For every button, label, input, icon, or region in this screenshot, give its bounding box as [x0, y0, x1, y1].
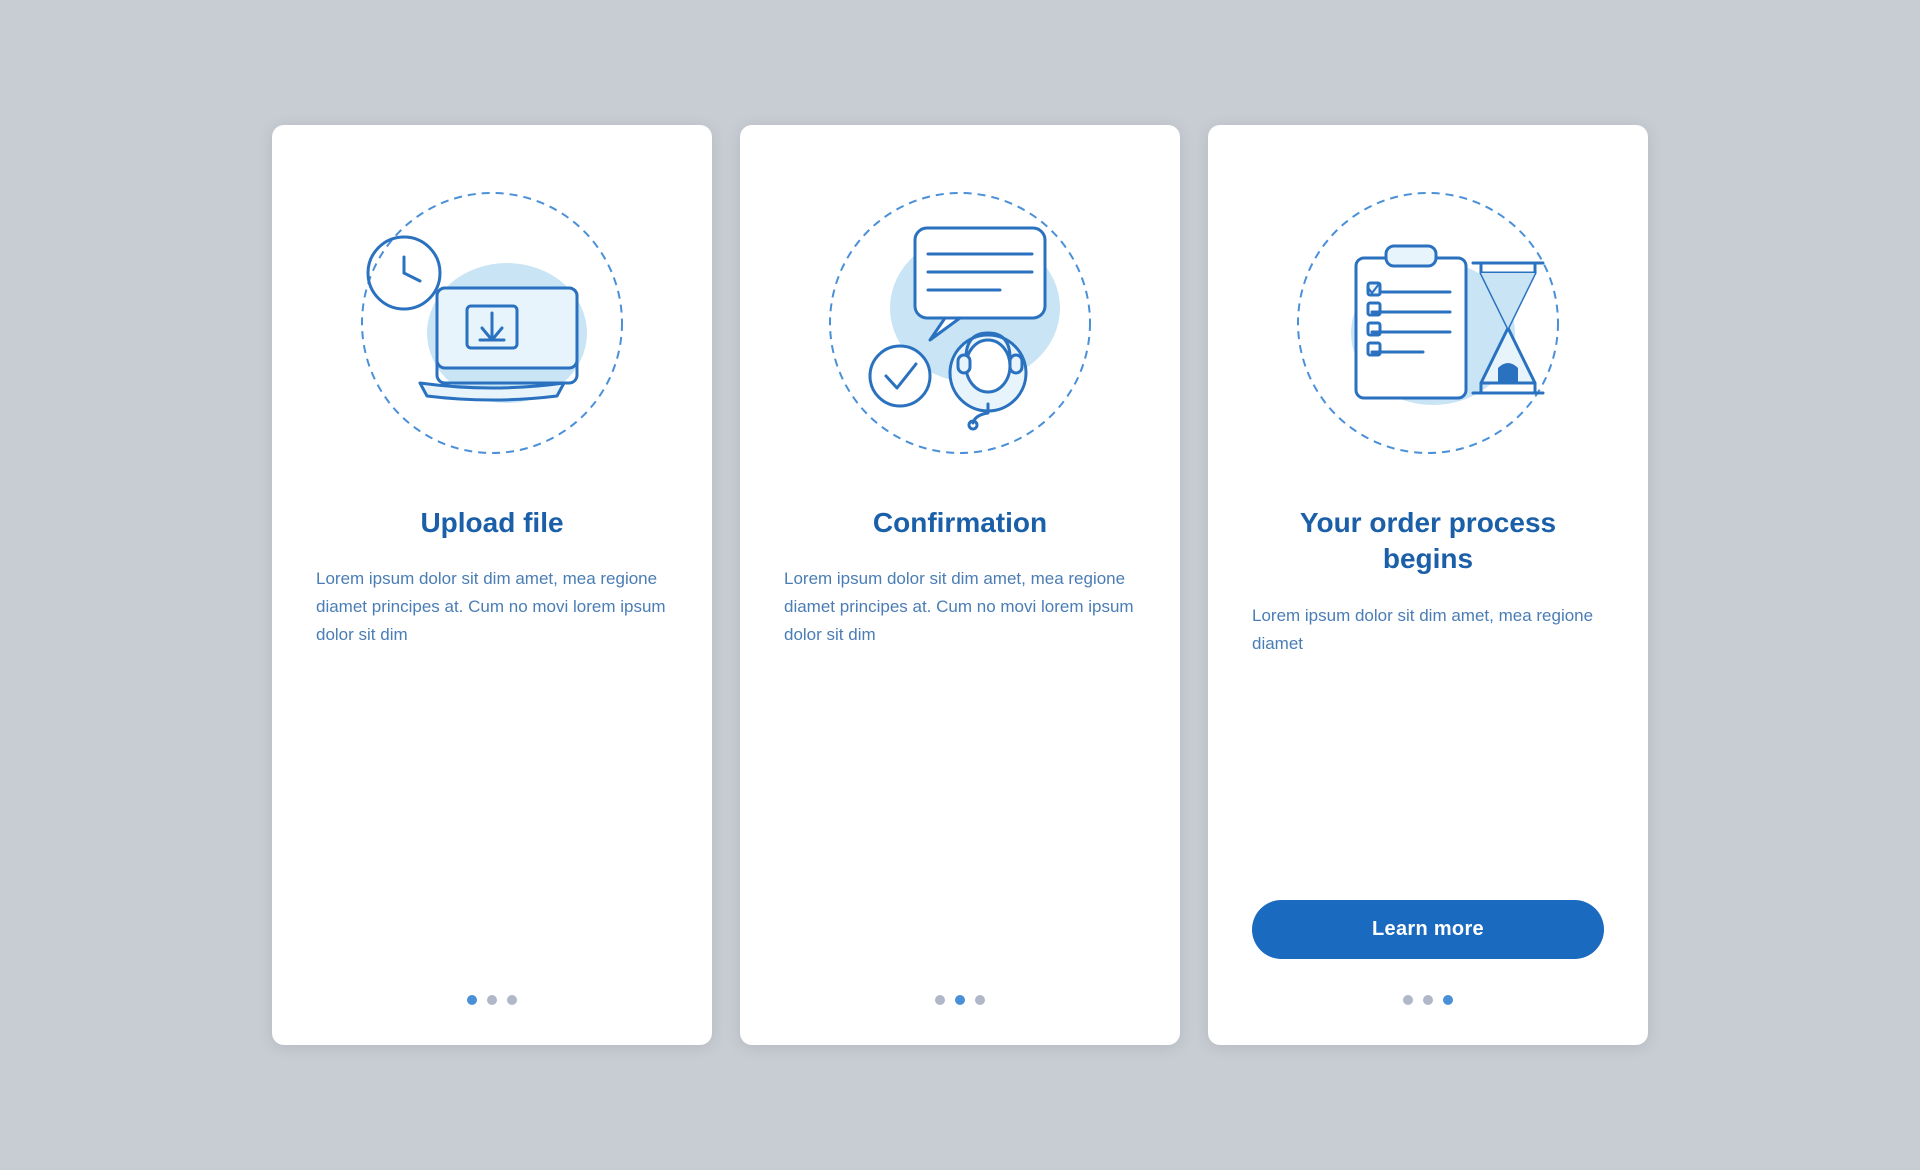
card-body-confirmation: Lorem ipsum dolor sit dim amet, mea regi… [784, 565, 1136, 959]
card-order-process: Your order process begins Lorem ipsum do… [1208, 125, 1648, 1045]
cards-container: Upload file Lorem ipsum dolor sit dim am… [232, 65, 1688, 1105]
dot-1 [467, 995, 477, 1005]
card-title-confirmation: Confirmation [873, 505, 1047, 541]
card-upload-file: Upload file Lorem ipsum dolor sit dim am… [272, 125, 712, 1045]
dot-2 [487, 995, 497, 1005]
card-body-upload: Lorem ipsum dolor sit dim amet, mea regi… [316, 565, 668, 959]
dot-3 [1443, 995, 1453, 1005]
dot-2 [955, 995, 965, 1005]
card-illustration-order [1252, 173, 1604, 473]
card-illustration-confirmation [784, 173, 1136, 473]
card-confirmation: Confirmation Lorem ipsum dolor sit dim a… [740, 125, 1180, 1045]
card-title-order: Your order process begins [1252, 505, 1604, 578]
learn-more-button[interactable]: Learn more [1252, 900, 1604, 959]
card-title-upload: Upload file [420, 505, 563, 541]
card-dots-upload [467, 995, 517, 1005]
card-dots-confirmation [935, 995, 985, 1005]
dot-3 [975, 995, 985, 1005]
card-body-order: Lorem ipsum dolor sit dim amet, mea regi… [1252, 602, 1604, 872]
dot-3 [507, 995, 517, 1005]
dot-2 [1423, 995, 1433, 1005]
dot-1 [935, 995, 945, 1005]
card-illustration-upload [316, 173, 668, 473]
card-dots-order [1403, 995, 1453, 1005]
dot-1 [1403, 995, 1413, 1005]
